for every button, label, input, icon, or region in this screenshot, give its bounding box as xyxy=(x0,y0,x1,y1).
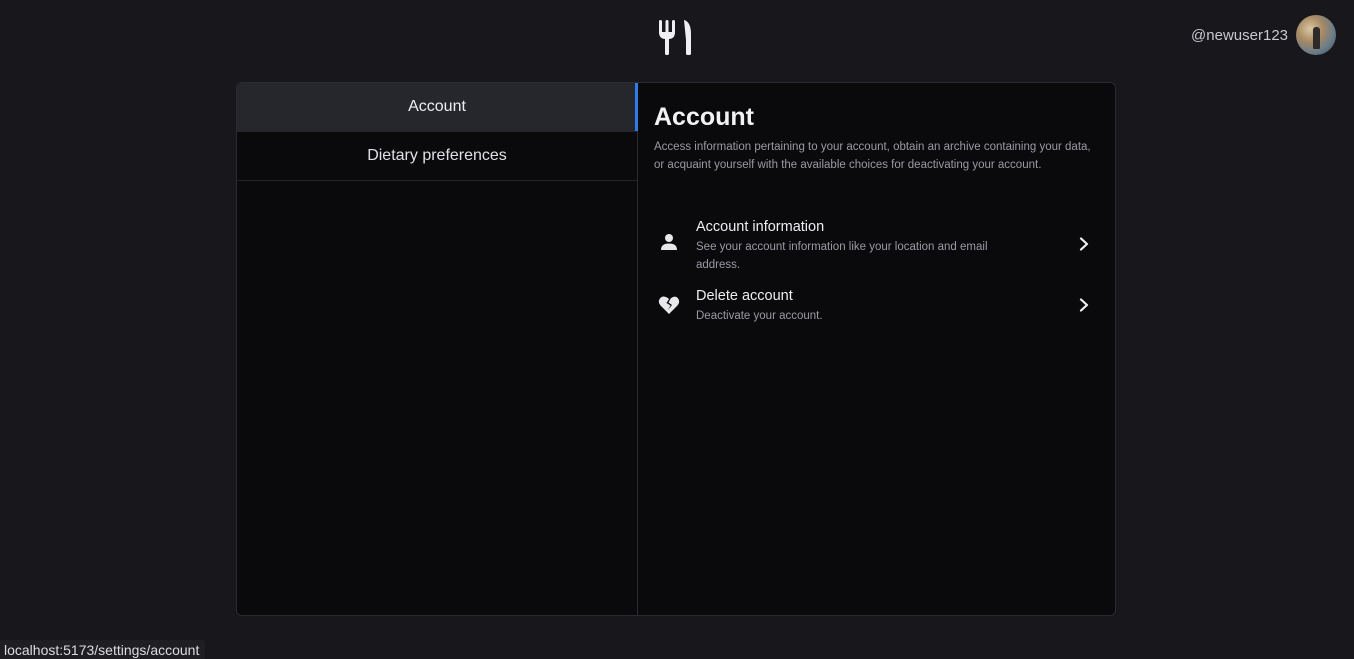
settings-panel: Account Dietary preferences Account Acce… xyxy=(236,82,1116,616)
sidebar-item-label: Dietary preferences xyxy=(367,147,507,164)
fork-knife-icon[interactable] xyxy=(657,18,697,58)
top-bar: @newuser123 xyxy=(0,0,1354,76)
page-title: Account xyxy=(654,103,754,131)
username-label: @newuser123 xyxy=(1191,26,1288,44)
chevron-right-icon xyxy=(1074,237,1094,251)
user-avatar[interactable] xyxy=(1296,15,1336,55)
person-icon xyxy=(654,233,684,251)
account-information-option[interactable]: Account information See your account inf… xyxy=(654,219,1094,274)
settings-sidebar: Account Dietary preferences xyxy=(237,83,638,615)
page-description: Access information pertaining to your ac… xyxy=(654,141,1091,171)
sidebar-item-label: Account xyxy=(408,98,466,115)
option-title: Delete account xyxy=(696,288,793,304)
broken-heart-icon xyxy=(654,295,684,315)
chevron-right-icon xyxy=(1074,298,1094,312)
option-title: Account information xyxy=(696,219,825,235)
settings-content: Account Access information pertaining to… xyxy=(638,83,1115,615)
delete-account-option[interactable]: Delete account Deactivate your account. xyxy=(654,288,1094,325)
option-subtitle: See your account information like your l… xyxy=(696,241,988,271)
sidebar-item-dietary-preferences[interactable]: Dietary preferences xyxy=(237,132,637,181)
status-bar-url: localhost:5173/settings/account xyxy=(0,640,206,659)
sidebar-item-account[interactable]: Account xyxy=(237,83,638,132)
user-menu[interactable]: @newuser123 xyxy=(1191,15,1336,55)
option-subtitle: Deactivate your account. xyxy=(696,310,823,322)
